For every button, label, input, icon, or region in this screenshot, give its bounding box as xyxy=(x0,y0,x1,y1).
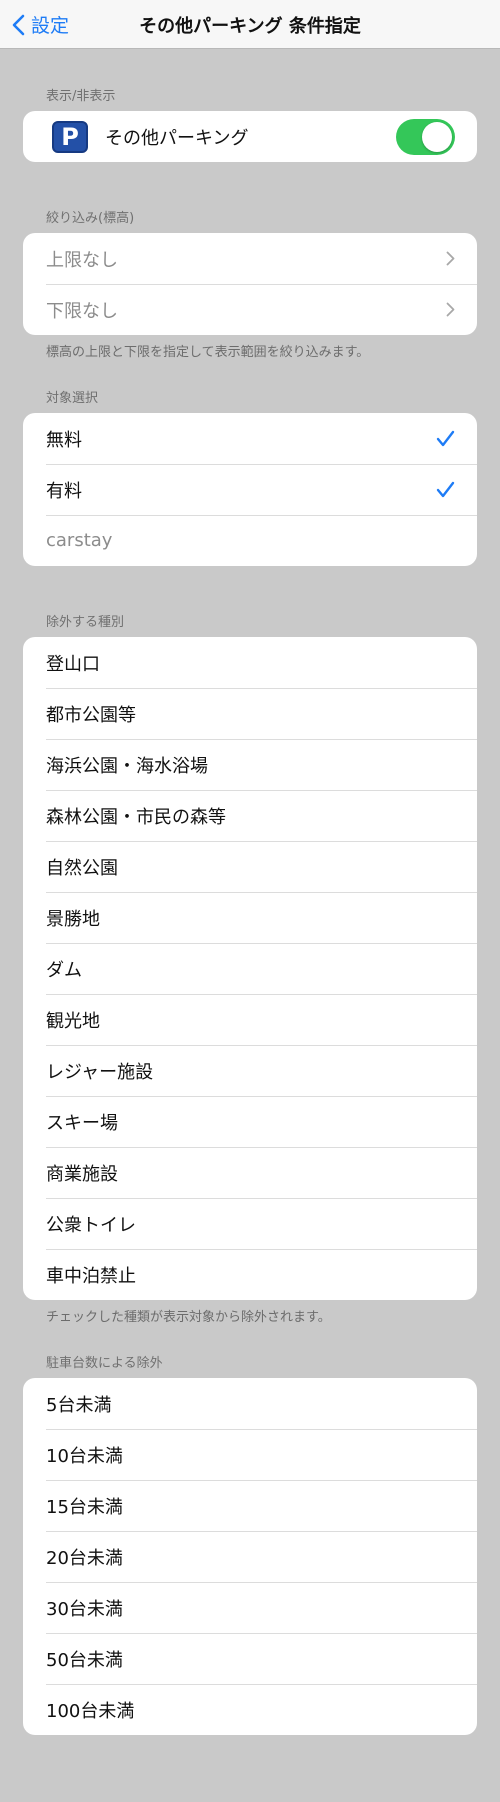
capacity-label: 50台未満 xyxy=(46,1649,123,1671)
list-item[interactable]: 5台未満 xyxy=(23,1378,477,1429)
checkmark-icon xyxy=(436,481,455,498)
exclude-type-label: スキー場 xyxy=(46,1112,118,1134)
elevation-upper-label: 上限なし xyxy=(46,249,118,271)
parking-icon: P xyxy=(52,120,88,153)
list-item[interactable]: スキー場 xyxy=(23,1096,477,1147)
other-parking-label: その他パーキング xyxy=(105,127,249,149)
exclude-type-label: 森林公園・市民の森等 xyxy=(46,806,226,828)
list-item[interactable]: ダム xyxy=(23,943,477,994)
list-item[interactable]: 車中泊禁止 xyxy=(23,1249,477,1300)
list-item[interactable]: 15台未満 xyxy=(23,1480,477,1531)
list-item[interactable]: 都市公園等 xyxy=(23,688,477,739)
row-other-parking: P その他パーキング xyxy=(23,111,477,162)
list-item[interactable]: 海浜公園・海水浴場 xyxy=(23,739,477,790)
exclude-type-label: 都市公園等 xyxy=(46,704,136,726)
exclude-type-label: 車中泊禁止 xyxy=(46,1265,136,1287)
capacity-label: 5台未満 xyxy=(46,1394,112,1416)
exclude-type-label: 海浜公園・海水浴場 xyxy=(46,755,208,777)
exclude-type-label: 観光地 xyxy=(46,1010,100,1032)
target-carstay-label: carstay xyxy=(46,530,113,551)
exclude-type-label: 商業施設 xyxy=(46,1163,118,1185)
capacity-label: 30台未満 xyxy=(46,1598,123,1620)
list-item[interactable]: レジャー施設 xyxy=(23,1045,477,1096)
group-elevation: 上限なし 下限なし xyxy=(23,233,477,335)
row-elevation-lower[interactable]: 下限なし xyxy=(23,284,477,335)
section-footer-exclude-types: チェックした種類が表示対象から除外されます。 xyxy=(46,1310,331,1325)
exclude-type-label: 景勝地 xyxy=(46,908,100,930)
list-item[interactable]: 50台未満 xyxy=(23,1633,477,1684)
section-header-exclude-capacity: 駐車台数による除外 xyxy=(46,1356,163,1371)
list-item[interactable]: 自然公園 xyxy=(23,841,477,892)
row-elevation-upper[interactable]: 上限なし xyxy=(23,233,477,284)
group-exclude-types: 登山口 都市公園等 海浜公園・海水浴場 森林公園・市民の森等 自然公園 景勝地 … xyxy=(23,637,477,1300)
group-target: 無料 有料 carstay xyxy=(23,413,477,566)
list-item[interactable]: 観光地 xyxy=(23,994,477,1045)
page-title: その他パーキング 条件指定 xyxy=(139,16,361,37)
group-display: P その他パーキング xyxy=(23,111,477,162)
toggle-knob xyxy=(422,121,452,152)
exclude-type-label: レジャー施設 xyxy=(46,1061,154,1083)
list-item[interactable]: 公衆トイレ xyxy=(23,1198,477,1249)
exclude-type-label: 登山口 xyxy=(46,653,100,675)
target-paid-label: 有料 xyxy=(46,480,82,502)
section-header-exclude-types: 除外する種別 xyxy=(46,615,125,630)
list-item[interactable]: 20台未満 xyxy=(23,1531,477,1582)
other-parking-toggle[interactable] xyxy=(396,118,455,155)
navigation-bar: 設定 その他パーキング 条件指定 xyxy=(0,0,500,49)
list-item[interactable]: 登山口 xyxy=(23,637,477,688)
exclude-type-label: 公衆トイレ xyxy=(46,1214,136,1236)
list-item[interactable]: 10台未満 xyxy=(23,1429,477,1480)
target-free-label: 無料 xyxy=(46,429,82,451)
section-header-elevation: 絞り込み(標高) xyxy=(46,211,135,226)
list-item[interactable]: 商業施設 xyxy=(23,1147,477,1198)
row-target-carstay[interactable]: carstay xyxy=(23,515,477,566)
chevron-right-icon xyxy=(446,251,455,266)
section-header-target: 対象選択 xyxy=(46,391,99,406)
row-target-paid[interactable]: 有料 xyxy=(23,464,477,515)
elevation-lower-label: 下限なし xyxy=(46,300,118,322)
section-header-display: 表示/非表示 xyxy=(46,89,116,104)
chevron-right-icon xyxy=(446,302,455,317)
list-item[interactable]: 景勝地 xyxy=(23,892,477,943)
exclude-type-label: ダム xyxy=(46,959,82,981)
row-target-free[interactable]: 無料 xyxy=(23,413,477,464)
list-item[interactable]: 30台未満 xyxy=(23,1582,477,1633)
capacity-label: 15台未満 xyxy=(46,1496,123,1518)
list-item[interactable]: 100台未満 xyxy=(23,1684,477,1735)
list-item[interactable]: 森林公園・市民の森等 xyxy=(23,790,477,841)
exclude-type-label: 自然公園 xyxy=(46,857,118,879)
checkmark-icon xyxy=(436,430,455,447)
capacity-label: 10台未満 xyxy=(46,1445,123,1467)
capacity-label: 100台未満 xyxy=(46,1700,135,1722)
capacity-label: 20台未満 xyxy=(46,1547,123,1569)
group-exclude-capacity: 5台未満 10台未満 15台未満 20台未満 30台未満 50台未満 100台未… xyxy=(23,1378,477,1735)
settings-list: 表示/非表示 P その他パーキング 絞り込み(標高) 上限なし 下限なし 標高の… xyxy=(0,49,500,1735)
section-footer-elevation: 標高の上限と下限を指定して表示範囲を絞り込みます。 xyxy=(46,345,370,360)
